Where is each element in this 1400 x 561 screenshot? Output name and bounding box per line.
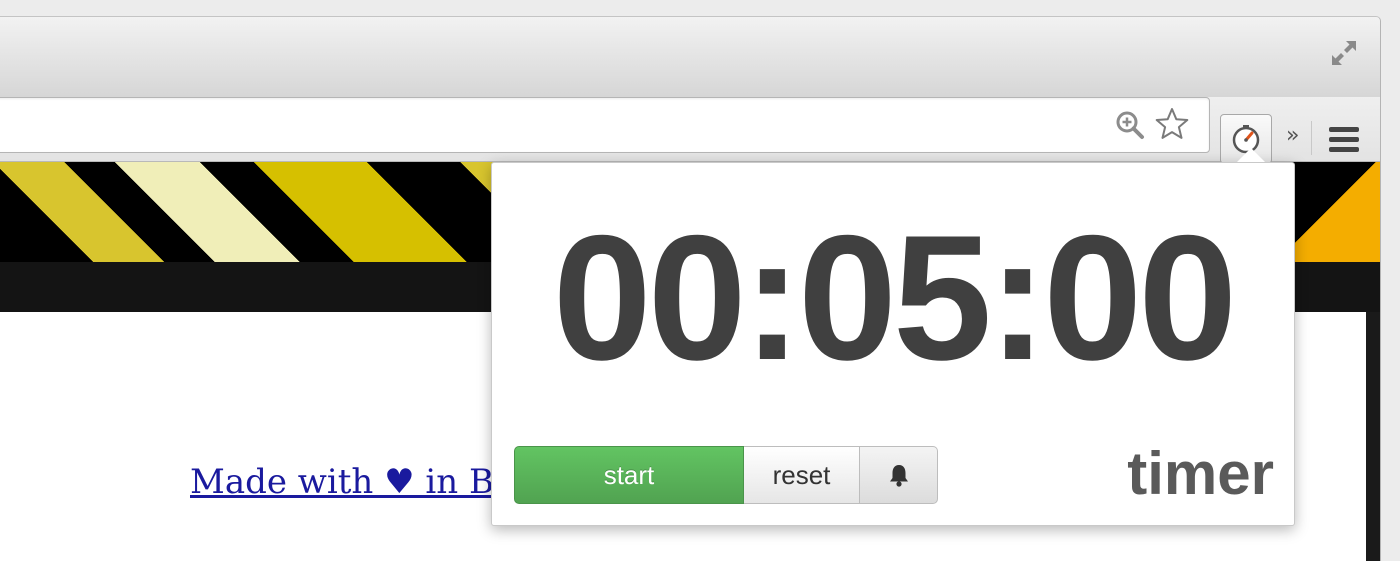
- hamburger-menu-icon[interactable]: [1329, 127, 1359, 155]
- timer-display[interactable]: 00:05:00: [492, 203, 1294, 393]
- brand-wordmark: timer: [1127, 440, 1274, 507]
- start-button[interactable]: start: [514, 446, 744, 504]
- browser-toolbar: »: [0, 97, 1380, 164]
- timer-popup: 00:05:00 start reset timer: [491, 162, 1295, 526]
- address-bar[interactable]: [0, 97, 1210, 153]
- address-input[interactable]: [11, 108, 1095, 142]
- zoom-in-icon[interactable]: [1115, 110, 1145, 140]
- reset-button[interactable]: reset: [744, 446, 860, 504]
- toolbar-divider: [1311, 121, 1312, 155]
- page-right-rail: [1366, 312, 1380, 561]
- timer-button-group: start reset: [514, 446, 938, 504]
- footer-link[interactable]: Made with ♥ in Ba: [190, 462, 514, 502]
- popup-arrow: [1237, 148, 1265, 162]
- bell-button[interactable]: [860, 446, 938, 504]
- title-bar: [0, 17, 1380, 97]
- banner-orange-corner: [1290, 162, 1380, 262]
- bell-icon: [889, 465, 908, 487]
- extensions-overflow-button[interactable]: »: [1286, 124, 1299, 148]
- bookmark-star-icon[interactable]: [1154, 106, 1190, 142]
- fullscreen-expand-icon[interactable]: [1329, 38, 1359, 68]
